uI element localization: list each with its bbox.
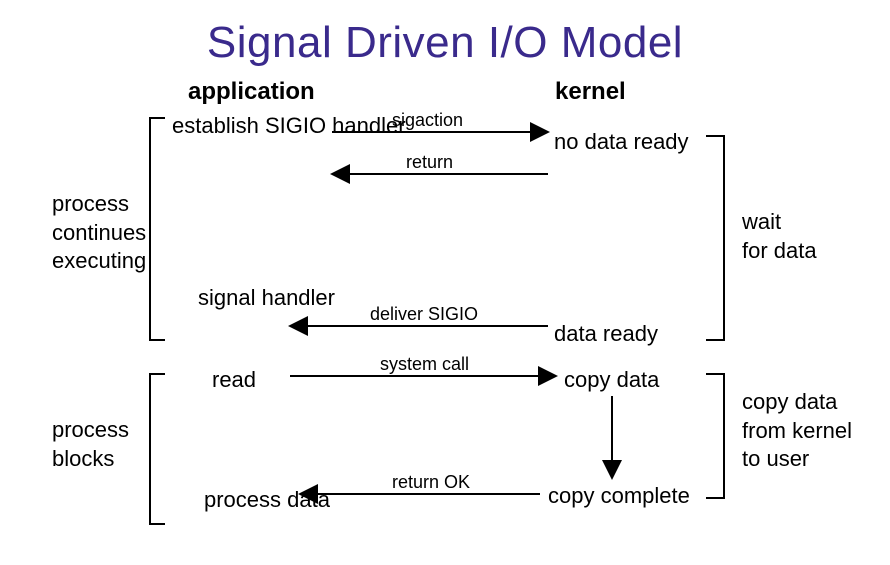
arrow-label-deliver-sigio: deliver SIGIO [370, 304, 478, 325]
label-signal-handler: signal handler [198, 284, 335, 312]
note-wait-for-data: wait for data [742, 208, 817, 265]
note-process-continues: process continues executing [52, 190, 146, 276]
header-kernel: kernel [555, 78, 626, 106]
label-process-data: process data [204, 486, 330, 514]
label-copy-complete: copy complete [548, 482, 690, 510]
arrow-label-return-ok: return OK [392, 472, 470, 493]
header-application: application [188, 78, 315, 106]
arrow-label-system-call: system call [380, 354, 469, 375]
note-copy-to-user: copy data from kernel to user [742, 388, 852, 474]
label-no-data-ready: no data ready [554, 128, 689, 156]
label-read: read [212, 366, 256, 394]
arrow-label-sigaction: sigaction [392, 110, 463, 131]
label-establish-sigio: establish SIGIO handler [172, 112, 406, 140]
note-process-blocks: process blocks [52, 416, 129, 473]
label-data-ready: data ready [554, 320, 658, 348]
diagram-title: Signal Driven I/O Model [0, 18, 890, 68]
label-copy-data: copy data [564, 366, 659, 394]
arrow-label-return: return [406, 152, 453, 173]
